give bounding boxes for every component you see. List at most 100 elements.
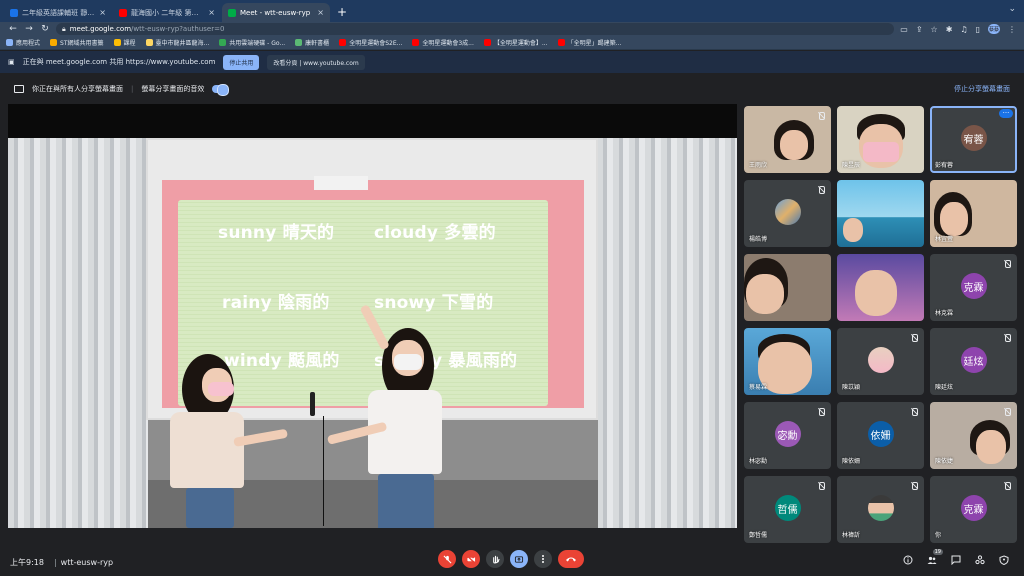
present-screen-icon <box>14 85 24 93</box>
bookmarks-bar: 應用程式 ST網域共用書籤 課程 臺中市龍井區龍海... 共用雲端硬碟 - Go… <box>0 36 1024 50</box>
participant-name: 鄭哲儒 <box>749 532 768 539</box>
self-tile[interactable]: 克霖 你 <box>930 476 1017 543</box>
participant-tile[interactable]: 楊皓博 <box>744 180 831 247</box>
mic-off-icon <box>817 482 825 490</box>
participant-tile[interactable] <box>744 254 831 321</box>
camera-off-icon <box>466 554 476 564</box>
bookmark-item[interactable]: 「全明星」踢建築... <box>557 38 622 47</box>
tab-title: 二年級英語課輔班 靜宜大學英語 <box>22 8 95 17</box>
tab-search-icon[interactable]: ⌄ <box>1008 4 1016 14</box>
tab-favicon-icon <box>10 8 18 17</box>
participant-tile[interactable]: 哲儒 鄭哲儒 <box>744 476 831 543</box>
bookmark-item[interactable]: ST網域共用書籤 <box>50 38 104 47</box>
youtube-icon <box>483 39 491 46</box>
present-now-button[interactable] <box>510 550 528 568</box>
camera-off-button[interactable] <box>462 550 480 568</box>
participant-tile[interactable] <box>837 180 924 247</box>
share-icon[interactable]: ⇪ <box>916 25 923 34</box>
bookmark-label: 共用雲端硬碟 - Go... <box>229 40 286 47</box>
bookmark-star-icon[interactable]: ☆ <box>931 25 938 34</box>
participant-tile[interactable]: 王雨欣 <box>744 106 831 173</box>
more-options-icon[interactable]: ... <box>999 108 1013 118</box>
bookmark-item[interactable]: 全明星運動會S2E... <box>339 38 402 47</box>
apps-icon <box>6 39 13 46</box>
mic-off-icon <box>1003 260 1011 268</box>
participant-name: 林禕訢 <box>842 532 861 539</box>
participant-tile[interactable]: 林宜萱 <box>930 180 1017 247</box>
bookmark-item[interactable]: 康軒書櫃 <box>295 38 329 47</box>
participant-tile[interactable]: 依姍 陳依姍 <box>837 402 924 469</box>
tab-close-icon[interactable]: × <box>317 8 324 17</box>
participant-name: 陳依姍 <box>842 458 861 465</box>
camera-in-use-icon[interactable]: ▭ <box>900 25 908 34</box>
menu-icon[interactable]: ⋮ <box>1008 25 1016 34</box>
participant-tile[interactable]: 林禕訢 <box>837 476 924 543</box>
bookmark-label: 全明星運動會3成... <box>422 40 474 47</box>
participant-name: 陳昱辰 <box>842 162 861 169</box>
browser-tab-active[interactable]: Meet - wtt-eusw-ryp × <box>222 3 330 22</box>
back-icon[interactable]: ← <box>8 24 18 34</box>
slide-word: rainy 陰雨的 <box>222 293 330 313</box>
participant-tile[interactable]: 陳昱辰 <box>837 106 924 173</box>
chat-button[interactable] <box>950 554 962 566</box>
mic-off-button[interactable] <box>438 550 456 568</box>
forward-icon[interactable]: → <box>24 24 34 34</box>
participant-tile[interactable]: 陳依婕 <box>930 402 1017 469</box>
chat-icon <box>951 555 961 565</box>
stop-presenting-button[interactable]: 停止分享螢幕畫面 <box>954 84 1010 94</box>
cast-icon: ▣ <box>8 58 15 66</box>
meeting-code: wtt-eusw-ryp <box>60 557 114 567</box>
presenter-left <box>164 354 288 528</box>
people-button[interactable]: 19 <box>926 549 943 566</box>
profile-avatar[interactable]: 蔡蔡 <box>988 24 1000 34</box>
media-control-icon[interactable]: ♫ <box>960 25 967 34</box>
address-bar[interactable]: 🔒︎ meet.google.com/wtt-eusw-ryp?authuser… <box>56 23 895 35</box>
raise-hand-button[interactable] <box>486 550 504 568</box>
drive-icon <box>219 39 227 46</box>
bookmark-item[interactable]: 課程 <box>113 38 136 47</box>
participant-grid: 王雨欣 陳昱辰 宥蓉 ... 彭宥蓉 楊皓博 林宜萱 克霖 林克霖 蔡易霖 陳苡… <box>744 106 1017 546</box>
host-controls-button[interactable] <box>998 554 1010 566</box>
participant-name: 楊皓博 <box>749 236 768 243</box>
share-audio-toggle[interactable] <box>212 84 230 96</box>
bookmark-item[interactable]: 共用雲端硬碟 - Go... <box>219 38 285 47</box>
mic-off-icon <box>817 408 825 416</box>
extensions-icon[interactable]: ✱ <box>946 25 953 34</box>
tab-close-icon[interactable]: × <box>99 8 106 17</box>
browser-tab[interactable]: 二年級英語課輔班 靜宜大學英語 × <box>4 3 112 22</box>
bookmark-label: 課程 <box>123 40 136 47</box>
bookmark-item[interactable]: 全明星運動會3成... <box>412 38 474 47</box>
tab-close-icon[interactable]: × <box>208 8 215 17</box>
mic-off-icon <box>1003 334 1011 342</box>
participant-tile[interactable]: 蔡易霖 <box>744 328 831 395</box>
activities-button[interactable] <box>974 554 986 566</box>
participant-photo <box>774 199 801 226</box>
participant-tile[interactable]: 廷炫 陳廷炫 <box>930 328 1017 395</box>
participant-name: 林宓勳 <box>749 458 768 465</box>
switch-tab-button[interactable]: 改看分頁 | www.youtube.com <box>267 54 365 70</box>
stop-sharing-button[interactable]: 停止共用 <box>223 54 260 70</box>
participant-name: 彭宥蓉 <box>935 162 954 169</box>
reload-icon[interactable]: ↻ <box>40 24 50 34</box>
bookmark-item[interactable]: 【全明星運動會】... <box>483 38 548 47</box>
bookmark-label: 「全明星」踢建築... <box>567 40 622 47</box>
participant-avatar: 哲儒 <box>774 495 801 522</box>
more-options-button[interactable] <box>534 550 552 568</box>
sidebar-icon[interactable]: ▯ <box>976 25 980 34</box>
participant-avatar: 廷炫 <box>960 347 987 374</box>
end-call-button[interactable] <box>558 550 584 568</box>
participant-tile[interactable]: 陳苡穎 <box>837 328 924 395</box>
browser-tab[interactable]: 龍海國小 二年級 第二組 - Y × <box>113 3 221 22</box>
participant-avatar: 宥蓉 <box>960 125 987 152</box>
participant-tile[interactable]: 宓勳 林宓勳 <box>744 402 831 469</box>
school-icon <box>145 39 153 46</box>
participant-tile[interactable] <box>837 254 924 321</box>
new-tab-button[interactable]: + <box>337 3 347 22</box>
bookmark-item[interactable]: 應用程式 <box>6 38 40 47</box>
participant-tile[interactable]: 宥蓉 ... 彭宥蓉 <box>930 106 1017 173</box>
presenting-text: 你正在與所有人分享螢幕畫面 <box>32 85 123 93</box>
bookmark-item[interactable]: 臺中市龍井區龍海... <box>145 38 209 47</box>
meeting-details-button[interactable] <box>902 554 914 566</box>
bookmark-label: 康軒書櫃 <box>305 40 330 47</box>
participant-tile[interactable]: 克霖 林克霖 <box>930 254 1017 321</box>
